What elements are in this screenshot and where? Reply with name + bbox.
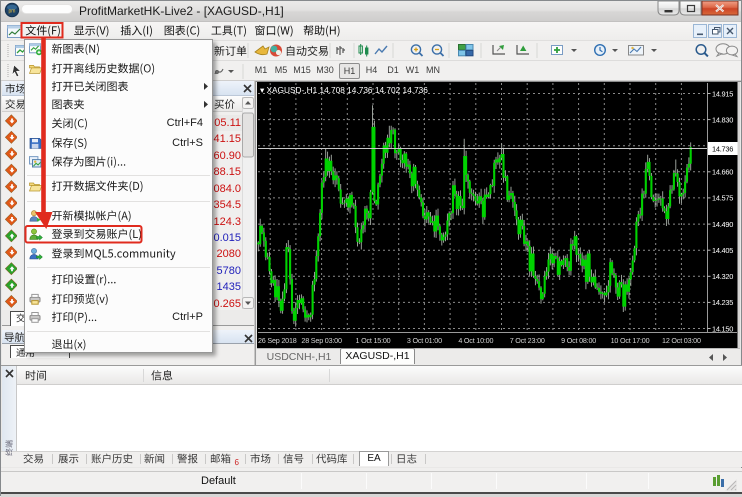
svg-text:pm: pm xyxy=(9,9,16,15)
svg-text:14.736: 14.736 xyxy=(712,144,733,153)
svg-text:14.320: 14.320 xyxy=(712,272,733,281)
svg-text:14.490: 14.490 xyxy=(712,220,733,229)
svg-text:28 Sep 03:00: 28 Sep 03:00 xyxy=(301,336,342,345)
svg-text:14.830: 14.830 xyxy=(712,115,733,124)
svg-text:12 Oct 03:00: 12 Oct 03:00 xyxy=(662,336,701,345)
svg-text:14.575: 14.575 xyxy=(712,194,733,203)
svg-text:14.150: 14.150 xyxy=(712,324,733,333)
svg-text:26 Sep 2018: 26 Sep 2018 xyxy=(258,336,297,345)
svg-text:14.405: 14.405 xyxy=(712,246,733,255)
svg-text:9 Oct 08:00: 9 Oct 08:00 xyxy=(561,336,596,345)
svg-text:4 Oct 10:00: 4 Oct 10:00 xyxy=(458,336,493,345)
svg-text:10 Oct 17:00: 10 Oct 17:00 xyxy=(611,336,650,345)
svg-text:3 Oct 01:00: 3 Oct 01:00 xyxy=(407,336,442,345)
svg-text:14.235: 14.235 xyxy=(712,298,733,307)
svg-text:14.915: 14.915 xyxy=(712,89,733,98)
svg-text:14.660: 14.660 xyxy=(712,168,733,177)
svg-text:▾ XAGUSD-,H1 14.708 14.736 14: ▾ XAGUSD-,H1 14.708 14.736 14.702 14.736 xyxy=(260,85,428,95)
svg-text:7 Oct 23:00: 7 Oct 23:00 xyxy=(510,336,545,345)
svg-text:1 Oct 15:00: 1 Oct 15:00 xyxy=(356,336,391,345)
